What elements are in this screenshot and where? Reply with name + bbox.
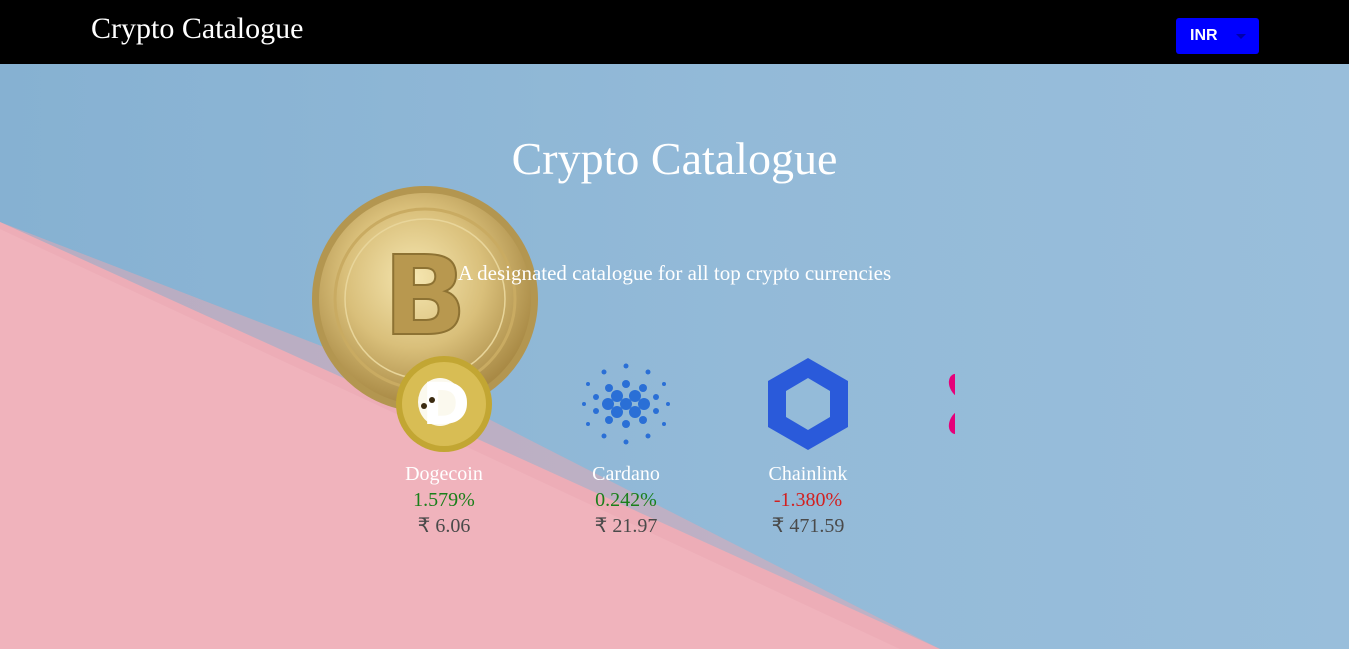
coin-price: ₹ 21.97 — [594, 515, 658, 537]
coin-carousel-track: D Dogecoin 1.579% ₹ 6.06 Cardano 0.242% … — [396, 350, 955, 550]
coin-price: ₹ 6.06 — [417, 515, 471, 537]
app-title[interactable]: Crypto Catalogue — [91, 12, 303, 46]
top-navbar: Crypto Catalogue INR — [0, 0, 1349, 64]
coin-card-chainlink[interactable]: Chainlink -1.380% ₹ 471.59 — [722, 350, 882, 550]
coin-name: Dogecoin — [405, 463, 483, 485]
coin-card-polkadot[interactable]: Polkadot - — [904, 350, 955, 550]
coin-card-cardano[interactable]: Cardano 0.242% ₹ 21.97 — [540, 350, 700, 550]
cardano-icon — [582, 363, 670, 445]
coin-change: -1.380% — [773, 489, 843, 511]
coin-name: Polkadot — [904, 462, 955, 486]
svg-text:B: B — [383, 232, 467, 360]
coin-change: 1.579% — [413, 489, 475, 511]
chevron-down-icon — [1236, 34, 1246, 39]
coin-change: - — [904, 488, 955, 512]
hero-title: Crypto Catalogue — [511, 133, 838, 184]
svg-text:D: D — [422, 370, 470, 438]
coin-price: ₹ 471.59 — [771, 515, 845, 537]
hero-banner: B Crypto Catalogue A designated catalogu… — [0, 64, 1349, 649]
coin-card-dogecoin[interactable]: D Dogecoin 1.579% ₹ 6.06 — [396, 350, 518, 550]
dogecoin-icon: D — [396, 356, 492, 452]
polkadot-icon — [948, 373, 955, 435]
coin-carousel[interactable]: D Dogecoin 1.579% ₹ 6.06 Cardano 0.242% … — [396, 350, 955, 550]
coin-name: Chainlink — [768, 463, 848, 485]
coin-name: Cardano — [592, 463, 660, 485]
hero-subtitle: A designated catalogue for all top crypt… — [457, 261, 892, 285]
currency-select[interactable]: INR — [1176, 18, 1259, 54]
chainlink-icon — [768, 358, 848, 450]
coin-change: 0.242% — [595, 489, 657, 511]
currency-selected-value: INR — [1190, 27, 1218, 44]
